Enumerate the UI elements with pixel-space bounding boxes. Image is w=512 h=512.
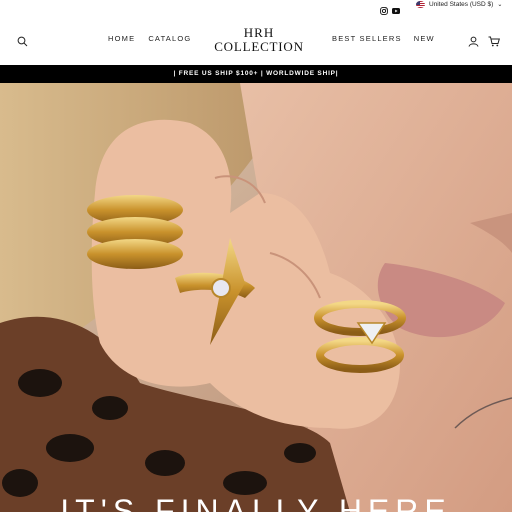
account-icon[interactable]	[468, 34, 479, 47]
logo-line-1: HRH	[243, 25, 275, 40]
instagram-icon[interactable]	[380, 2, 388, 15]
youtube-icon[interactable]	[392, 2, 400, 14]
hero-headline: IT'S FINALLY HERE	[60, 493, 452, 512]
primary-nav-right: BEST SELLERS NEW	[332, 34, 435, 43]
currency-selector[interactable]: United States (USD $) ⌄	[416, 1, 502, 8]
announcement-bar[interactable]: | FREE US SHIP $100+ | WORLDWIDE SHIP|	[0, 65, 512, 83]
nav-new[interactable]: NEW	[414, 34, 435, 43]
us-flag-icon	[416, 1, 425, 8]
top-utility-bar: United States (USD $) ⌄	[0, 0, 512, 15]
social-links	[380, 2, 400, 15]
cart-icon[interactable]	[488, 34, 500, 47]
currency-label: United States (USD $)	[429, 1, 494, 8]
nav-home[interactable]: HOME	[108, 34, 135, 43]
hero-banner[interactable]: IT'S FINALLY HERE	[0, 83, 512, 512]
chevron-down-icon: ⌄	[497, 2, 503, 8]
nav-catalog[interactable]: CATALOG	[148, 34, 191, 43]
site-logo[interactable]: HRH COLLECTION	[205, 26, 313, 54]
primary-nav-left: HOME CATALOG	[108, 34, 191, 43]
site-header: HOME CATALOG HRH COLLECTION BEST SELLERS…	[0, 14, 512, 65]
hero-image	[0, 83, 512, 512]
search-icon[interactable]	[17, 34, 28, 47]
logo-line-2: COLLECTION	[214, 39, 304, 54]
nav-best-sellers[interactable]: BEST SELLERS	[332, 34, 402, 43]
